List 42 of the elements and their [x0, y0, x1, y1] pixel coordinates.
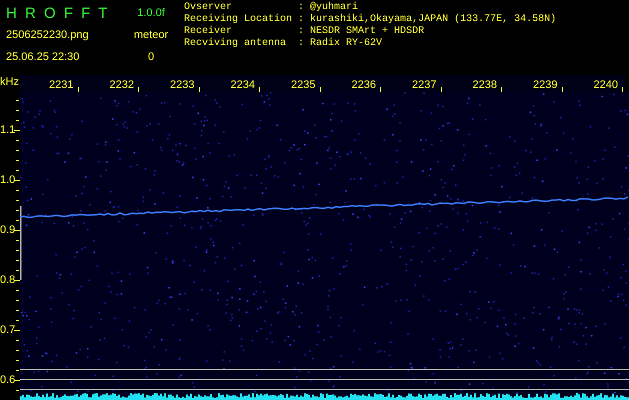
unit-label: kHz: [0, 75, 20, 89]
tick-mark: [198, 87, 200, 92]
axis-label: 2232: [110, 78, 134, 92]
tick-mark: [622, 87, 623, 92]
axis-label: 0.7: [0, 323, 14, 337]
info-separator: :: [298, 38, 304, 50]
axis-label: 2234: [230, 78, 255, 92]
axis-label: 2238: [472, 78, 497, 92]
axis-label: 0.8: [0, 273, 14, 287]
tick-mark: [501, 87, 502, 92]
info-value: kurashiki,Okayama,JAPAN (133.77E, 34.58N): [310, 14, 556, 26]
axis-label: 1.0: [0, 173, 14, 187]
info-separator: :: [298, 2, 304, 14]
tick-mark: [380, 87, 381, 92]
info-separator: :: [298, 26, 304, 38]
info-separator: :: [298, 14, 304, 26]
axis-label: 2233: [170, 78, 194, 92]
axis-label: 2237: [412, 78, 436, 92]
info-label: Receiving Location: [184, 14, 292, 26]
info-label: Ovserver: [184, 2, 234, 14]
axis-label: 0.6: [0, 373, 14, 387]
tick-mark: [138, 87, 139, 92]
info-label: Recviving antenna: [184, 38, 288, 50]
meteor-label: meteor: [132, 29, 170, 41]
info-value: Radix RY-62V: [310, 38, 384, 50]
info-label: Receiver: [184, 26, 234, 38]
info-value: NESDR SMArt + HDSDR: [310, 26, 426, 38]
axis-label: 2231: [49, 78, 74, 92]
meteor-count: 0: [146, 51, 156, 63]
axis-label: 0.9: [0, 223, 14, 237]
filename-label: 2506252230.png: [6, 29, 90, 41]
tick-mark: [259, 87, 260, 92]
axis-label: 2240: [594, 78, 618, 92]
tick-mark: [440, 87, 442, 92]
datetime-label: 25.06.25 22:30: [6, 51, 80, 63]
axis-label: 2236: [352, 78, 376, 92]
app-title: H R O F F T: [6, 4, 110, 22]
info-value: @yuhmari: [310, 2, 360, 14]
axis-label: 1.1: [0, 123, 14, 137]
axis-label: 2239: [533, 78, 558, 92]
axis-label: 2235: [291, 78, 316, 92]
version-label: 1.0.0f: [136, 7, 166, 19]
